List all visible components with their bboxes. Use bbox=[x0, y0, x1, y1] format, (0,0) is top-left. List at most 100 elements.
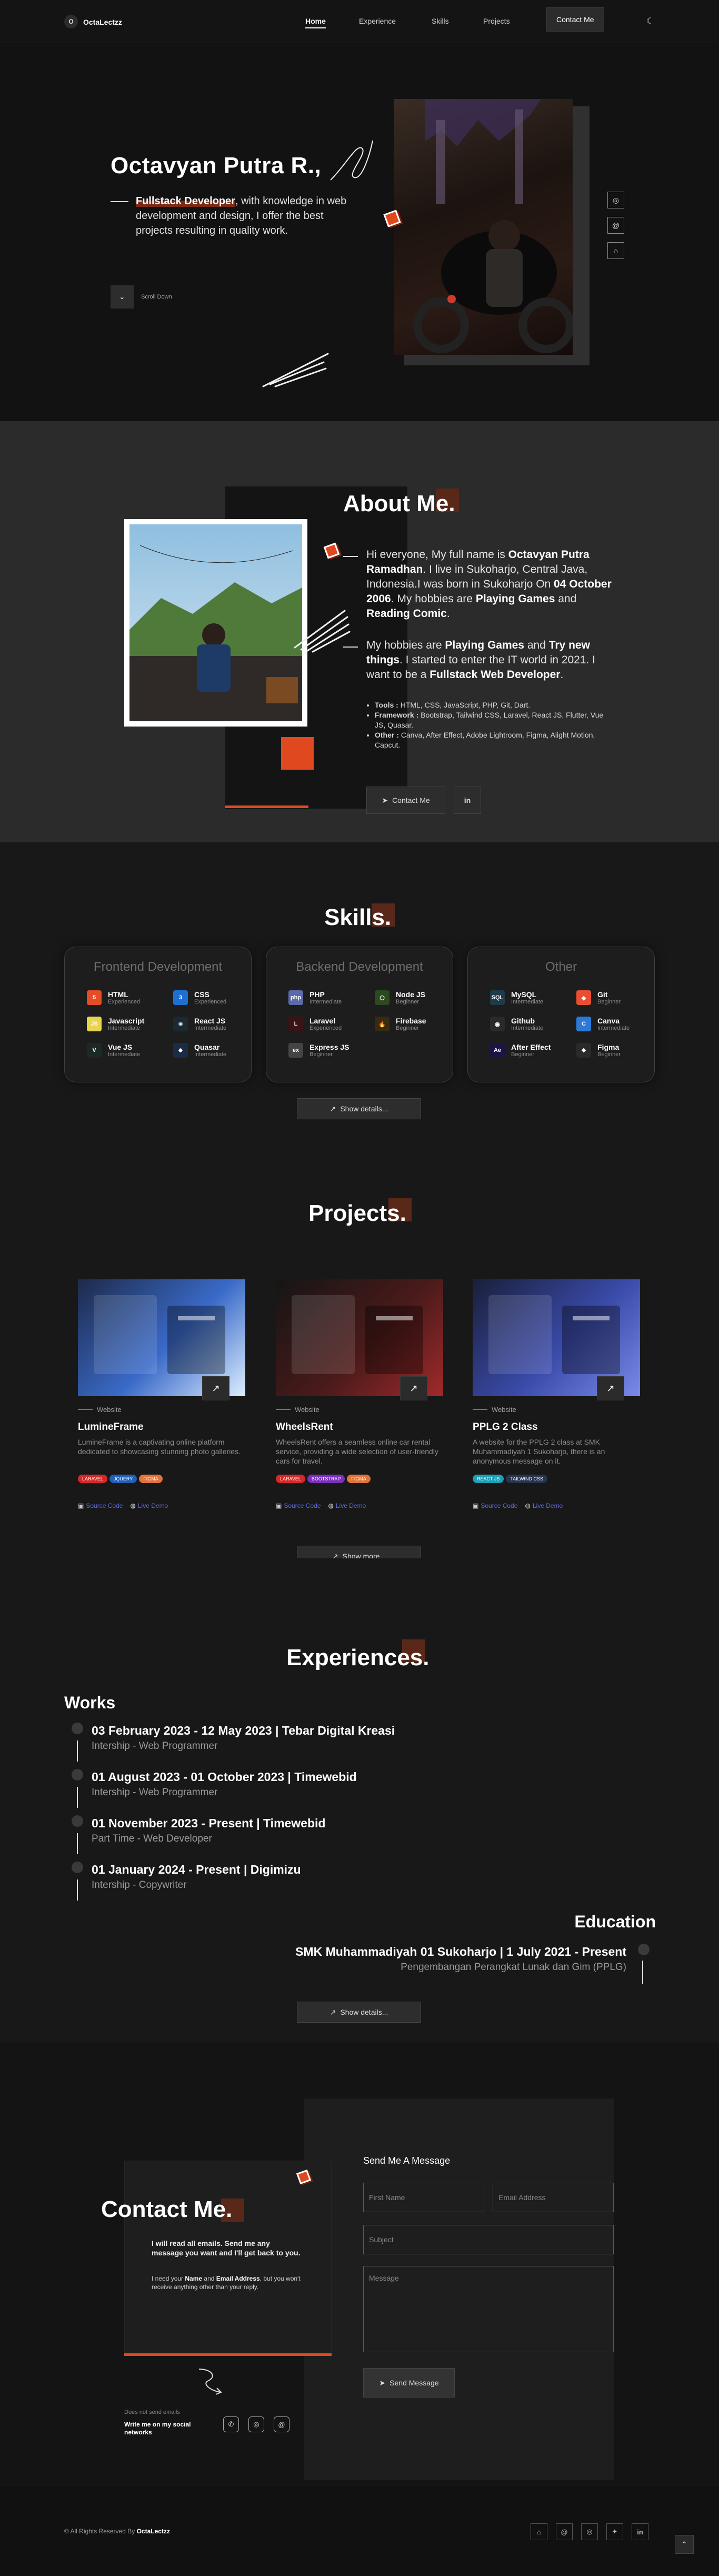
skill-name: PHP bbox=[309, 990, 325, 999]
about-dash-1 bbox=[343, 556, 358, 557]
chevron-down-icon: ⌄ bbox=[119, 293, 125, 301]
skill-text: CSS Experienced bbox=[194, 990, 226, 1005]
about-paragraph-2: My hobbies are Playing Games and Try new… bbox=[366, 639, 595, 681]
github-icon[interactable]: ⌂ bbox=[607, 242, 624, 259]
skill-level: Intermediate bbox=[597, 1025, 630, 1031]
open-project-button[interactable]: ↗ bbox=[400, 1376, 427, 1400]
skill-card-title: Frontend Development bbox=[93, 960, 223, 974]
brand-logo[interactable]: O bbox=[64, 15, 78, 28]
nav-link-home[interactable]: Home bbox=[305, 17, 326, 28]
moon-icon[interactable]: ☾ bbox=[646, 16, 654, 26]
arrow-up-icon[interactable]: ⌃ bbox=[675, 2535, 694, 2554]
project-tags: LARAVEL JQUERY FIGMA bbox=[78, 1474, 165, 1483]
skill-name: Quasar bbox=[194, 1043, 220, 1051]
about-contact-button[interactable]: ➤ Contact Me bbox=[366, 787, 445, 814]
skill-item: ❖ Figma Beginner bbox=[576, 1043, 621, 1058]
first-name-field[interactable]: First Name bbox=[363, 2183, 484, 2212]
skill-text: After Effect Beginner bbox=[511, 1043, 551, 1058]
skill-text: MySQL Intermediate bbox=[511, 990, 543, 1005]
skill-text: Git Beginner bbox=[597, 990, 621, 1005]
linkedin-icon[interactable]: in bbox=[632, 2523, 648, 2540]
skill-item: V Vue JS Intermediate bbox=[87, 1043, 140, 1058]
skill-text: Firebase Beginner bbox=[396, 1017, 426, 1031]
source-code-link[interactable]: ▣ Source Code bbox=[78, 1502, 123, 1509]
github-icon[interactable]: ⌂ bbox=[531, 2523, 547, 2540]
skill-name: Vue JS bbox=[108, 1043, 133, 1051]
send-message-button[interactable]: ➤ Send Message bbox=[363, 2368, 455, 2398]
skill-text: Figma Beginner bbox=[597, 1043, 621, 1058]
skill-name: CSS bbox=[194, 990, 209, 999]
skill-name: React JS bbox=[194, 1017, 226, 1025]
works-heading: Works bbox=[64, 1693, 116, 1712]
project-category: Website bbox=[473, 1406, 516, 1414]
skill-level: Beginner bbox=[597, 1051, 621, 1058]
contact-message-1: I will read all emails. Send me any mess… bbox=[152, 2239, 301, 2257]
skills-details-button[interactable]: ↗ Show details... bbox=[297, 1098, 421, 1119]
code-icon: ▣ bbox=[78, 1502, 84, 1509]
about-slash-decoration bbox=[294, 610, 351, 653]
threads-icon[interactable]: @ bbox=[556, 2523, 573, 2540]
skill-level: Beginner bbox=[396, 999, 420, 1005]
scroll-down-button[interactable]: ⌄ bbox=[111, 285, 134, 309]
timeline-dot bbox=[72, 1723, 83, 1734]
skill-text: PHP Intermediate bbox=[309, 990, 342, 1005]
whatsapp-icon[interactable]: ✆ bbox=[223, 2416, 239, 2432]
education-heading: Education bbox=[574, 1912, 656, 1931]
copyright: © All Rights Reserved By OctaLectzz bbox=[64, 2528, 170, 2535]
experiences-details-button[interactable]: ↗ Show details... bbox=[297, 2002, 421, 2023]
nav-contact-button[interactable]: Contact Me bbox=[546, 7, 604, 32]
skill-level: Intermediate bbox=[511, 999, 544, 1005]
experiences-section: Experiences. Works Education SMK Muhamma… bbox=[0, 1558, 719, 2043]
open-project-button[interactable]: ↗ bbox=[597, 1376, 624, 1400]
twitter-icon[interactable]: ✦ bbox=[606, 2523, 623, 2540]
arrow-up-right-icon: ↗ bbox=[606, 1383, 615, 1394]
source-code-link[interactable]: ▣ Source Code bbox=[276, 1502, 321, 1509]
source-code-link[interactable]: ▣ Source Code bbox=[473, 1502, 517, 1509]
project-tags: REACT JS TAILWIND CSS bbox=[473, 1474, 550, 1483]
nav-link-skills[interactable]: Skills bbox=[432, 17, 449, 25]
skill-card: Backend Development php PHP Intermediate ⬡ No… bbox=[266, 947, 453, 1082]
vue-icon: V bbox=[87, 1043, 102, 1058]
skill-level: Beginner bbox=[511, 1051, 535, 1058]
hero-role: Fullstack Developer bbox=[136, 195, 235, 207]
hero-photo-illustration bbox=[413, 99, 574, 353]
skill-name: MySQL bbox=[511, 990, 537, 999]
about-paragraph-1: Hi everyone, My full name is Octavyan Pu… bbox=[366, 549, 612, 620]
nav-link-projects[interactable]: Projects bbox=[483, 17, 510, 25]
threads-icon[interactable]: @ bbox=[607, 217, 624, 234]
skill-level: Experienced bbox=[309, 1025, 342, 1031]
live-demo-link[interactable]: ◍ Live Demo bbox=[328, 1502, 366, 1509]
list-item: Framework : Bootstrap, Tailwind CSS, Lar… bbox=[375, 710, 616, 730]
html5-icon: 5 bbox=[87, 990, 102, 1005]
instagram-icon[interactable]: ◎ bbox=[581, 2523, 598, 2540]
open-project-button[interactable]: ↗ bbox=[202, 1376, 229, 1400]
tech-tag: JQUERY bbox=[109, 1475, 137, 1483]
instagram-icon[interactable]: ◎ bbox=[607, 192, 624, 208]
skill-name: Figma bbox=[597, 1043, 620, 1051]
skill-text: Node JS Beginner bbox=[396, 990, 425, 1005]
threads-icon[interactable]: @ bbox=[274, 2416, 289, 2432]
email-field[interactable]: Email Address bbox=[493, 2183, 614, 2212]
nav-link-experience[interactable]: Experience bbox=[359, 17, 396, 25]
brand-name[interactable]: OctaLectzz bbox=[83, 18, 122, 26]
hero-dash bbox=[111, 201, 128, 202]
curly-arrow-decoration bbox=[198, 2369, 222, 2395]
projects-title: Projects. bbox=[308, 1200, 406, 1226]
figma-icon: ❖ bbox=[576, 1043, 591, 1058]
live-demo-link[interactable]: ◍ Live Demo bbox=[130, 1502, 168, 1509]
live-demo-link[interactable]: ◍ Live Demo bbox=[525, 1502, 563, 1509]
instagram-icon[interactable]: ◎ bbox=[248, 2416, 264, 2432]
linkedin-button[interactable]: in bbox=[454, 787, 481, 814]
project-description: A website for the PPLG 2 class at SMK Mu… bbox=[473, 1438, 605, 1465]
timeline-line bbox=[77, 1879, 78, 1901]
timeline-line bbox=[77, 1833, 78, 1854]
skill-text: Javascript Intermediate bbox=[108, 1017, 144, 1031]
tech-tag: LARAVEL bbox=[78, 1475, 107, 1483]
project-name: LumineFrame bbox=[78, 1421, 144, 1433]
skill-card: Frontend Development 5 HTML Experienced 3 CSS… bbox=[64, 947, 252, 1082]
message-field[interactable]: Message bbox=[363, 2266, 614, 2352]
globe-icon: ◍ bbox=[328, 1502, 334, 1509]
skill-text: Quasar Intermediate bbox=[194, 1043, 226, 1058]
subject-field[interactable]: Subject bbox=[363, 2225, 614, 2254]
express-icon: ex bbox=[288, 1043, 303, 1058]
